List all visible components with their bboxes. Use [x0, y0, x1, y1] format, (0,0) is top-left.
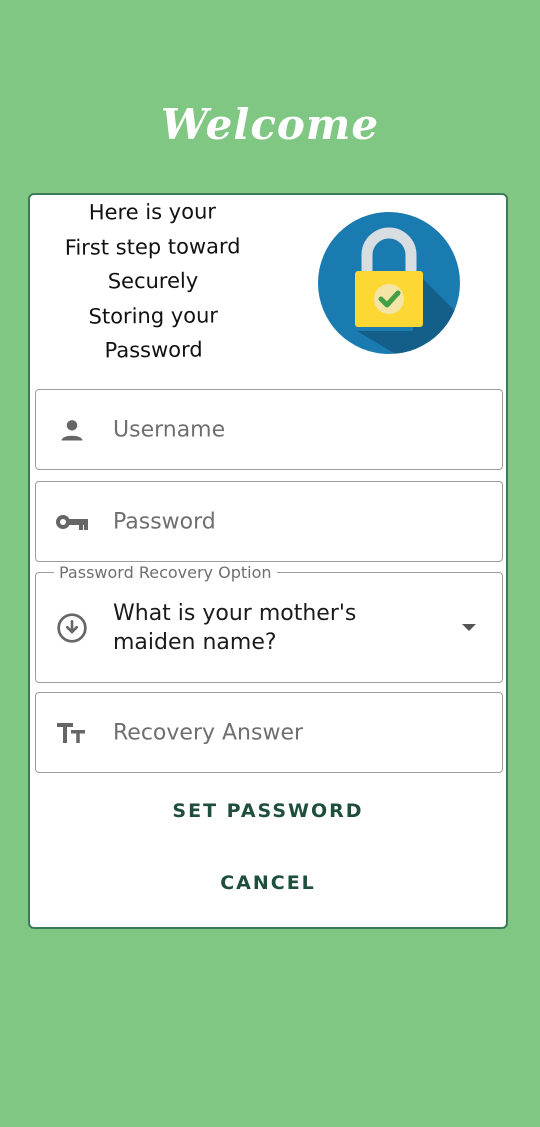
arrow-circle-down-icon — [54, 610, 90, 646]
recovery-answer-placeholder: Recovery Answer — [113, 720, 304, 745]
intro-line: Storing your — [88, 302, 219, 329]
text-fields-icon — [54, 715, 90, 751]
recovery-option-value: What is your mother's maiden name? — [113, 600, 357, 655]
password-setup-card: Here is your First step toward Securely … — [28, 193, 508, 929]
recovery-option-label: Password Recovery Option — [54, 563, 277, 582]
intro-line: Password — [104, 337, 203, 363]
padlock-check-icon — [318, 212, 460, 354]
person-icon — [54, 412, 90, 448]
intro-line: Here is your — [88, 199, 217, 225]
cancel-button[interactable]: CANCEL — [30, 872, 506, 894]
key-icon — [54, 504, 90, 540]
intro-text: Here is your First step toward Securely … — [57, 194, 248, 368]
set-password-button[interactable]: SET PASSWORD — [30, 800, 506, 822]
password-placeholder: Password — [113, 509, 216, 534]
username-field[interactable]: Username — [35, 389, 503, 470]
intro-line: Securely — [107, 268, 199, 294]
dropdown-arrow-icon[interactable] — [462, 623, 476, 631]
recovery-answer-field[interactable]: Recovery Answer — [35, 692, 503, 773]
password-field[interactable]: Password — [35, 481, 503, 562]
intro-line: First step toward — [64, 233, 241, 260]
recovery-option-select[interactable]: Password Recovery Option What is your mo… — [35, 563, 503, 683]
username-placeholder: Username — [113, 417, 226, 442]
welcome-title: Welcome — [160, 100, 380, 149]
